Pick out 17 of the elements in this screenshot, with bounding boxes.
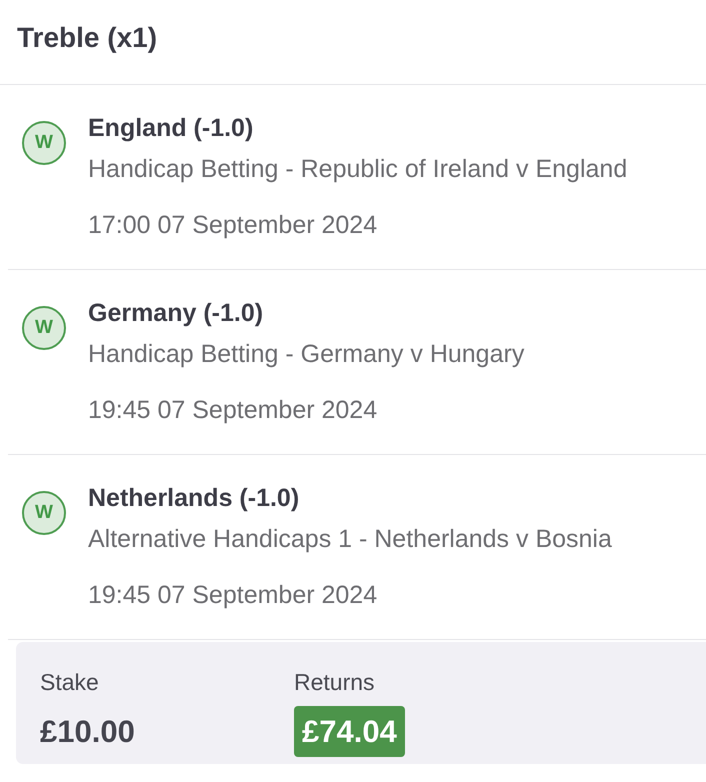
event-start-time: 19:45 07 September 2024 (88, 395, 378, 426)
selection-name: Germany (-1.0) (88, 298, 264, 328)
market-name: Alternative Handicaps 1 - Netherlands v Bosnia (88, 524, 612, 555)
returns-amount: £74.04 (294, 706, 405, 757)
market-name: Handicap Betting - Republic of Ireland v England (88, 154, 628, 185)
returns-label: Returns (294, 668, 375, 696)
selection-name: England (-1.0) (88, 113, 254, 143)
event-start-time: 19:45 07 September 2024 (88, 580, 378, 611)
bet-title: Treble (x1) (17, 22, 158, 54)
stake-label: Stake (40, 668, 99, 696)
result-badge: W (22, 491, 66, 535)
stake-amount: £10.00 (40, 713, 135, 751)
event-start-time: 17:00 07 September 2024 (88, 210, 378, 241)
market-name: Handicap Betting - Germany v Hungary (88, 339, 524, 370)
selection-name: Netherlands (-1.0) (88, 483, 300, 513)
result-badge: W (22, 121, 66, 165)
result-badge: W (22, 306, 66, 350)
